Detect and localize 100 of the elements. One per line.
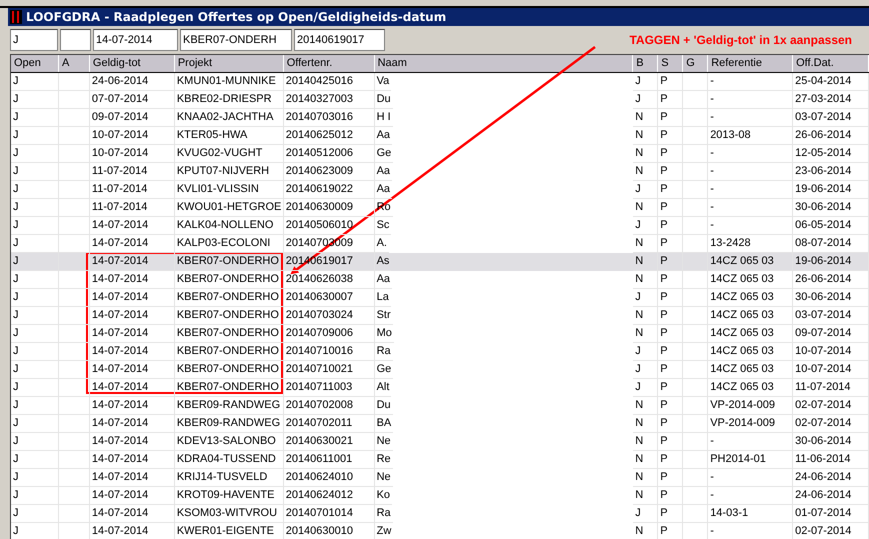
column-header[interactable]: Geldig-tot — [90, 55, 175, 72]
table-cell: 01-07-2014 — [793, 505, 869, 523]
table-row[interactable]: J 14-07-2014 KBER07-ONDERHO 20140710021 Ge J P 14CZ 065 03 10-07-2014 — [11, 361, 869, 379]
table-cell: P — [658, 91, 684, 109]
table-cell: 06-05-2014 — [793, 217, 869, 235]
table-cell: J — [11, 451, 59, 469]
table-row[interactable]: J 14-07-2014 KBER07-ONDERHO 20140709006 Mo N P 14CZ 065 03 09-07-2014 — [11, 325, 869, 343]
table-cell: 14CZ 065 03 — [708, 307, 794, 325]
table-row[interactable]: J 14-07-2014 KBER07-ONDERHO 20140711003 Alt J P 14CZ 065 03 11-07-2014 — [11, 379, 869, 397]
table-cell: VP-2014-009 — [708, 397, 794, 415]
table-cell: 12-05-2014 — [793, 145, 869, 163]
table-row[interactable]: J 10-07-2014 KTER05-HWA 20140625012 Aa N P 2013-08 26-06-2014 — [11, 127, 869, 145]
table-cell: P — [658, 253, 684, 271]
table-cell: 20140709006 — [284, 325, 375, 343]
input-field[interactable]: J — [10, 29, 58, 51]
table-cell: KBER09-RANDWEG — [174, 397, 284, 415]
table-cell: P — [658, 271, 684, 289]
table-cell: KALK04-NOLLENO — [174, 217, 284, 235]
table-cell: J — [11, 307, 59, 325]
column-header[interactable]: Naam — [374, 55, 634, 72]
table-cell: - — [708, 145, 794, 163]
table-cell: 23-06-2014 — [793, 163, 869, 181]
column-header[interactable]: G — [683, 55, 708, 72]
table-row[interactable]: J 09-07-2014 KNAA02-JACHTHA 20140703016 H I N P - 03-07-2014 — [11, 109, 869, 127]
table-cell: P — [658, 415, 684, 433]
column-header[interactable]: Open — [11, 55, 59, 72]
table-cell: P — [658, 451, 684, 469]
table-cell: - — [708, 217, 794, 235]
table-cell: KVLI01-VLISSIN — [174, 181, 284, 199]
table-cell: P — [658, 127, 684, 145]
table-cell: 2013-08 — [708, 127, 794, 145]
table-cell: KBER07-ONDERHO — [174, 379, 284, 397]
table-row[interactable]: J 14-07-2014 KALK04-NOLLENO 20140506010 Sc J P - 06-05-2014 — [11, 217, 869, 235]
table-cell: J — [11, 487, 59, 505]
table-cell: KBER09-RANDWEG — [174, 415, 284, 433]
table-cell: J — [11, 217, 59, 235]
table-cell: - — [708, 469, 794, 487]
table-cell: P — [658, 505, 684, 523]
column-header[interactable]: Referentie — [708, 55, 794, 72]
table-cell: 03-07-2014 — [793, 109, 869, 127]
table-cell: J — [11, 343, 59, 361]
table-cell: 14-07-2014 — [90, 505, 175, 523]
input-field[interactable]: 20140619017 — [294, 29, 385, 51]
table-cell: 30-06-2014 — [793, 289, 869, 307]
table-row[interactable]: J 14-07-2014 KDRA04-TUSSEND 20140611001 Re N P PH2014-01 11-06-2014 — [11, 451, 869, 469]
column-header[interactable]: Off.Dat. — [793, 55, 869, 72]
table-cell: N — [633, 325, 658, 343]
table-row[interactable]: J 14-07-2014 KBER09-RANDWEG 20140702008 Du N P VP-2014-009 02-07-2014 — [11, 397, 869, 415]
column-header[interactable]: B — [633, 55, 658, 72]
table-cell: 19-06-2014 — [793, 253, 869, 271]
column-header[interactable]: S — [658, 55, 684, 72]
table-cell: J — [11, 325, 59, 343]
table-cell: PH2014-01 — [708, 451, 794, 469]
table-row[interactable]: J 11-07-2014 KVLI01-VLISSIN 20140619022 Aa J P - 19-06-2014 — [11, 181, 869, 199]
table-cell: N — [633, 397, 658, 415]
table-cell: P — [658, 289, 684, 307]
table-row[interactable]: J 14-07-2014 KSOM03-WITVROU 20140701014 Ra J P 14-03-1 01-07-2014 — [11, 505, 869, 523]
table-cell: N — [633, 433, 658, 451]
table-cell: J — [11, 127, 59, 145]
table-cell: KALP03-ECOLONI — [174, 235, 284, 253]
table-row[interactable]: J 14-07-2014 KBER07-ONDERHO 20140630007 La J P 14CZ 065 03 30-06-2014 — [11, 289, 869, 307]
table-cell: KBER07-ONDERHO — [174, 253, 284, 271]
column-header[interactable]: Offertenr. — [284, 55, 375, 72]
column-header[interactable]: A — [58, 55, 90, 72]
table-cell: 11-07-2014 — [793, 379, 869, 397]
table-cell: - — [708, 163, 794, 181]
table-row[interactable]: J 14-07-2014 KWER01-EIGENTE 20140630010 Zw N P - 02-07-2014 — [11, 523, 869, 539]
table-row[interactable]: J 14-07-2014 KBER07-ONDERHO 20140703024 Str N P 14CZ 065 03 03-07-2014 — [11, 307, 869, 325]
table-cell: N — [633, 163, 658, 181]
table-cell: 11-07-2014 — [90, 199, 175, 217]
table-cell: 20140626038 — [284, 271, 375, 289]
table-row[interactable]: J 07-07-2014 KBRE02-DRIESPR 20140327003 Du J P - 27-03-2014 — [11, 91, 869, 109]
table-cell: N — [633, 127, 658, 145]
table-cell: 24-06-2014 — [90, 73, 175, 91]
table-row[interactable]: J 14-07-2014 KBER09-RANDWEG 20140702011 BA N P VP-2014-009 02-07-2014 — [11, 415, 869, 433]
table-row[interactable]: J 11-07-2014 KPUT07-NIJVERH 20140623009 Aa N P - 23-06-2014 — [11, 163, 869, 181]
table-cell: 20140512006 — [284, 145, 375, 163]
table-cell: J — [633, 505, 658, 523]
table-cell: J — [633, 73, 658, 91]
column-header[interactable]: Projekt — [174, 55, 284, 72]
table-row[interactable]: J 14-07-2014 KROT09-HAVENTE 20140624012 Ko N P - 24-06-2014 — [11, 487, 869, 505]
table-cell: 02-07-2014 — [793, 397, 869, 415]
table-cell: P — [658, 379, 684, 397]
input-field[interactable] — [60, 29, 91, 51]
table-row[interactable]: J 14-07-2014 KRIJ14-TUSVELD 20140624010 Ne N P - 24-06-2014 — [11, 469, 869, 487]
table-row[interactable]: J 24-06-2014 KMUN01-MUNNIKE 20140425016 Va J P - 25-04-2014 — [11, 73, 869, 91]
table-row[interactable]: J 14-07-2014 KBER07-ONDERHO 20140710016 Ra J P 14CZ 065 03 10-07-2014 — [11, 343, 869, 361]
table-cell: N — [633, 271, 658, 289]
table-cell: 27-03-2014 — [793, 91, 869, 109]
table-cell: 20140710016 — [284, 343, 375, 361]
table-row[interactable]: J 10-07-2014 KVUG02-VUGHT 20140512006 Ge N P - 12-05-2014 — [11, 145, 869, 163]
table-row[interactable]: J 14-07-2014 KBER07-ONDERHO 20140626038 Aa N P 14CZ 065 03 26-06-2014 — [11, 271, 869, 289]
table-cell: 14CZ 065 03 — [708, 289, 794, 307]
table-cell: 25-04-2014 — [793, 73, 869, 91]
table-cell: 24-06-2014 — [793, 469, 869, 487]
table-cell: 14CZ 065 03 — [708, 271, 794, 289]
table-cell: 11-07-2014 — [90, 163, 175, 181]
input-field[interactable]: KBER07-ONDERH — [180, 29, 292, 51]
input-field[interactable]: 14-07-2014 — [93, 29, 178, 51]
table-row[interactable]: J 14-07-2014 KDEV13-SALONBO 20140630021 Ne N P - 30-06-2014 — [11, 433, 869, 451]
